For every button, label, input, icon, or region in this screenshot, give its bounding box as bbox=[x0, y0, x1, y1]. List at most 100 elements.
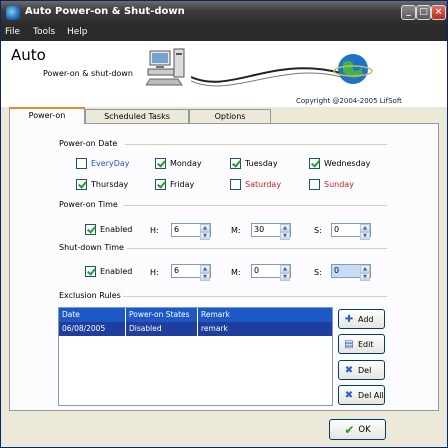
checkbox-box[interactable] bbox=[230, 178, 241, 190]
spinner-value[interactable]: 0 bbox=[332, 265, 360, 277]
edit-icon: ▤ bbox=[344, 338, 354, 350]
checkbox-label: Tuesday bbox=[245, 158, 278, 168]
cell-date: 06/08/2005 bbox=[59, 322, 126, 336]
button-label: Edit bbox=[358, 339, 374, 349]
column-header-state[interactable]: Power-on States bbox=[126, 308, 198, 322]
copyright-text: Copyright @2004-2005 LifSoft bbox=[296, 97, 402, 105]
divider bbox=[123, 296, 387, 297]
checkbox-box[interactable] bbox=[155, 178, 166, 190]
hour-label: H: bbox=[150, 268, 159, 277]
power-on-hour-spinner[interactable]: 6 ▲ ▼ bbox=[171, 223, 211, 240]
divider bbox=[127, 248, 387, 249]
spin-down-icon[interactable]: ▼ bbox=[280, 273, 290, 281]
window-title: Auto Power-on & Shut-down bbox=[25, 6, 185, 17]
menu-tools[interactable]: Tools bbox=[33, 27, 55, 37]
ok-button[interactable]: ✔ OK bbox=[329, 419, 386, 440]
spin-up-icon[interactable]: ▲ bbox=[200, 265, 210, 273]
main-window: Auto Power-on & Shut-down _ □ × File Too… bbox=[0, 0, 448, 448]
delete-all-icon: ✖ bbox=[344, 389, 354, 401]
menu-file[interactable]: File bbox=[5, 27, 20, 37]
shutdown-second-spinner[interactable]: 0 ▲ ▼ bbox=[331, 264, 371, 281]
column-header-date[interactable]: Date bbox=[59, 308, 126, 322]
minimize-button[interactable]: _ bbox=[401, 5, 416, 20]
tab-scheduled-tasks[interactable]: Scheduled Tasks bbox=[85, 109, 189, 123]
spin-up-icon[interactable]: ▲ bbox=[200, 224, 210, 232]
table-row[interactable]: 06/08/2005 Disabled remark bbox=[59, 322, 332, 336]
checkbox-box[interactable] bbox=[76, 178, 87, 190]
cable-decoration bbox=[191, 67, 341, 87]
spin-down-icon[interactable]: ▼ bbox=[200, 232, 210, 240]
spin-down-icon[interactable]: ▼ bbox=[200, 273, 210, 281]
button-label: OK bbox=[358, 424, 371, 435]
column-header-remark[interactable]: Remark bbox=[198, 308, 332, 322]
globe-icon bbox=[333, 54, 373, 84]
second-label: S: bbox=[314, 226, 322, 235]
checkbox-friday[interactable]: Friday bbox=[155, 178, 194, 190]
edit-button[interactable]: ▤ Edit bbox=[338, 334, 385, 354]
checkbox-box[interactable] bbox=[155, 157, 166, 169]
cell-state: Disabled bbox=[126, 322, 198, 336]
shutdown-minute-spinner[interactable]: 0 ▲ ▼ bbox=[251, 264, 291, 281]
checkbox-box[interactable] bbox=[230, 157, 241, 169]
checkbox-thursday[interactable]: Thursday bbox=[76, 178, 128, 190]
checkbox-label: Enabled bbox=[100, 266, 133, 276]
menu-help[interactable]: Help bbox=[67, 27, 88, 37]
cell-remark: remark bbox=[201, 324, 228, 333]
tab-power-on[interactable]: Power-on bbox=[9, 107, 85, 124]
maximize-button[interactable]: □ bbox=[416, 5, 431, 20]
checkbox-monday[interactable]: Monday bbox=[155, 157, 202, 169]
spin-up-icon[interactable]: ▲ bbox=[360, 265, 370, 273]
spin-up-icon[interactable]: ▲ bbox=[360, 224, 370, 232]
exclusion-rules-table[interactable]: Date Power-on States Remark 06/08/2005 D… bbox=[58, 307, 333, 406]
checkbox-everyday[interactable]: EveryDay bbox=[76, 157, 130, 169]
power-on-second-spinner[interactable]: 0 ▲ ▼ bbox=[331, 223, 371, 240]
checkbox-label: Sunday bbox=[324, 179, 354, 189]
title-bar[interactable]: Auto Power-on & Shut-down _ □ × bbox=[1, 1, 447, 25]
delete-icon: ✖ bbox=[344, 364, 354, 376]
button-label: Del All bbox=[358, 390, 384, 400]
checkbox-box[interactable] bbox=[309, 157, 320, 169]
checkbox-box[interactable] bbox=[85, 265, 96, 277]
divider bbox=[125, 144, 387, 145]
checkbox-label: Friday bbox=[170, 179, 195, 189]
spin-down-icon[interactable]: ▼ bbox=[360, 273, 370, 281]
power-on-date-label: Power-on Date bbox=[59, 139, 118, 148]
banner-subtitle: Power-on & shut-down bbox=[43, 69, 133, 78]
exclusion-rules-label: Exclusion Rules bbox=[59, 291, 121, 300]
shutdown-hour-spinner[interactable]: 6 ▲ ▼ bbox=[171, 264, 211, 281]
checkbox-shutdown-enabled[interactable]: Enabled bbox=[85, 265, 132, 277]
power-on-minute-spinner[interactable]: 30 ▲ ▼ bbox=[251, 223, 291, 240]
table-header: Date Power-on States Remark bbox=[59, 308, 332, 322]
close-button[interactable]: × bbox=[431, 5, 446, 20]
spinner-value[interactable]: 0 bbox=[332, 224, 360, 236]
spinner-value[interactable]: 30 bbox=[252, 224, 280, 236]
tab-options[interactable]: Options bbox=[189, 109, 271, 123]
checkbox-wednesday[interactable]: Wednesday bbox=[309, 157, 370, 169]
spin-up-icon[interactable]: ▲ bbox=[280, 224, 290, 232]
spin-down-icon[interactable]: ▼ bbox=[360, 232, 370, 240]
button-label: Del bbox=[358, 365, 372, 375]
checkbox-label: EveryDay bbox=[91, 158, 130, 168]
spinner-value[interactable]: 0 bbox=[252, 265, 280, 277]
app-icon bbox=[6, 6, 20, 20]
spin-down-icon[interactable]: ▼ bbox=[280, 232, 290, 240]
check-icon: ✔ bbox=[344, 422, 355, 437]
checkbox-box[interactable] bbox=[309, 178, 320, 190]
delete-all-button[interactable]: ✖ Del All bbox=[338, 385, 385, 405]
spinner-value[interactable]: 6 bbox=[172, 265, 200, 277]
checkbox-label: Saturday bbox=[245, 179, 282, 189]
checkbox-saturday[interactable]: Saturday bbox=[230, 178, 281, 190]
spinner-value[interactable]: 6 bbox=[172, 224, 200, 236]
checkbox-tuesday[interactable]: Tuesday bbox=[230, 157, 278, 169]
checkbox-sunday[interactable]: Sunday bbox=[309, 178, 354, 190]
spin-up-icon[interactable]: ▲ bbox=[280, 265, 290, 273]
checkbox-box[interactable] bbox=[85, 223, 96, 235]
checkbox-label: Monday bbox=[170, 158, 202, 168]
delete-button[interactable]: ✖ Del bbox=[338, 360, 385, 380]
power-on-time-label: Power-on Time bbox=[59, 200, 118, 209]
checkbox-label: Wednesday bbox=[324, 158, 371, 168]
checkbox-box[interactable] bbox=[76, 157, 87, 169]
hour-label: H: bbox=[150, 226, 159, 235]
add-button[interactable]: ✚ Add bbox=[338, 309, 385, 329]
checkbox-power-on-enabled[interactable]: Enabled bbox=[85, 223, 132, 235]
